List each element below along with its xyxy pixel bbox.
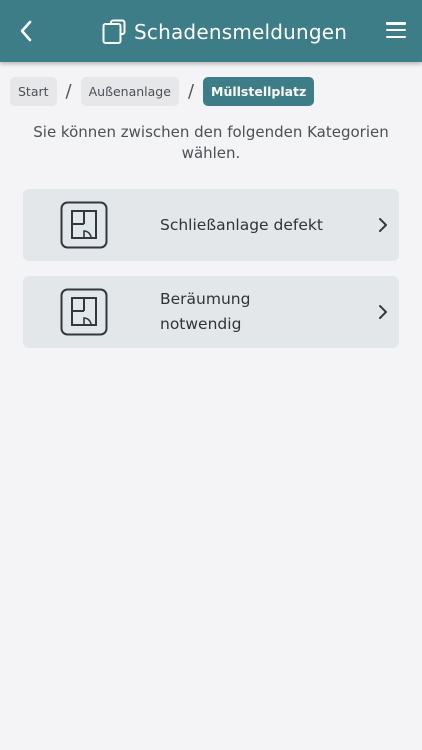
back-button[interactable]	[14, 19, 38, 43]
category-label: Schließanlage defekt	[160, 215, 323, 234]
hamburger-menu-icon-bar	[386, 35, 406, 38]
hamburger-menu-icon	[386, 22, 406, 25]
category-card-beraeumung[interactable]: Beräumung notwendig	[23, 276, 399, 348]
menu-button[interactable]	[386, 20, 406, 40]
floorplan-icon	[60, 288, 108, 336]
breadcrumb-item-start[interactable]: Start	[10, 76, 57, 106]
header-title-group: Schadensmeldungen	[102, 17, 347, 47]
breadcrumb-separator: /	[65, 80, 72, 102]
page-title: Schadensmeldungen	[134, 20, 348, 44]
chevron-right-icon	[379, 218, 387, 232]
document-icon	[102, 19, 126, 44]
chevron-left-icon	[20, 20, 32, 42]
hamburger-menu-icon-bar	[386, 28, 406, 32]
app-header: Schadensmeldungen	[0, 0, 422, 62]
intro-text: Sie können zwischen den folgenden Katego…	[33, 123, 389, 162]
breadcrumb-item-aussenanlage[interactable]: Außenanlage	[80, 76, 179, 106]
breadcrumb: Start / Außenanlage / Müllstellplatz	[10, 76, 315, 106]
category-card-schliessanlage[interactable]: Schließanlage defekt	[23, 189, 399, 261]
chevron-right-icon	[379, 305, 387, 319]
breadcrumb-item-muellstellplatz[interactable]: Müllstellplatz	[203, 76, 315, 106]
breadcrumb-separator: /	[187, 80, 195, 102]
floorplan-icon	[60, 201, 108, 249]
category-label: Beräumung notwendig	[160, 290, 251, 333]
